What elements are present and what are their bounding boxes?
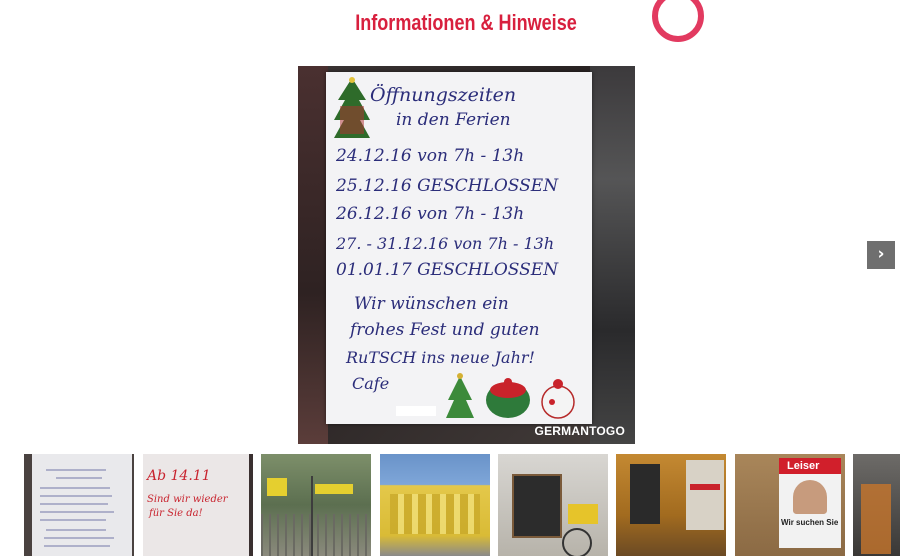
thumb-holiday-sign[interactable]: [24, 454, 134, 556]
chevron-right-icon: ›: [877, 244, 885, 264]
sign-line-4: 25.12.16 GESCHLOSSEN: [336, 176, 559, 196]
sign-line-9: frohes Fest und guten: [350, 320, 540, 340]
sign-line-3: 24.12.16 von 7h - 13h: [336, 146, 525, 166]
sign-line-6: 27. - 31.12.16 von 7h - 13h: [336, 234, 555, 253]
sign-line-11: Cafe: [352, 374, 390, 393]
sign-line-7: 01.01.17 GESCHLOSSEN: [336, 260, 559, 280]
sign-line-1: Öffnungszeiten: [370, 84, 517, 106]
christmas-tree-icon: [334, 77, 370, 138]
page: Informationen & Hinweise Öffnungszeiten …: [0, 0, 900, 556]
window-glass-left: [298, 66, 328, 444]
sign-lines-graphic: [40, 469, 114, 547]
sign-line-8: Wir wünschen ein: [354, 294, 509, 314]
thumb-leiser-poster[interactable]: Leiser Wir suchen Sie: [735, 454, 845, 556]
redacted-label: [396, 406, 436, 416]
christmas-ornaments-icon: [446, 373, 575, 419]
thumb-ab-text-1: Ab 14.11: [147, 468, 211, 484]
main-photo[interactable]: Öffnungszeiten in den Ferien 24.12.16 vo…: [298, 66, 635, 444]
thumb-yellow-building[interactable]: [380, 454, 490, 556]
thumb-ab-text-3: für Sie da!: [149, 508, 203, 519]
thumb-gate[interactable]: [261, 454, 371, 556]
thumb-chalkboard-bike[interactable]: [498, 454, 608, 556]
next-button[interactable]: ›: [867, 241, 895, 269]
window-glass-right: [590, 66, 635, 444]
thumb-cafe-window[interactable]: [616, 454, 726, 556]
sign-line-2: in den Ferien: [396, 110, 511, 130]
germantogo-watermark: GERMANTOGO: [534, 424, 625, 438]
thumbnail-strip: Ab 14.11 Sind wir wieder für Sie da! Lei…: [0, 454, 900, 556]
leiser-subtitle: Wir suchen Sie: [781, 518, 839, 527]
handwritten-sign: Öffnungszeiten in den Ferien 24.12.16 vo…: [326, 72, 592, 424]
thumb-shop-entrance[interactable]: [853, 454, 900, 556]
thumb-ab-text-2: Sind wir wieder: [147, 494, 228, 505]
sign-line-10: RuTSCH ins neue Jahr!: [346, 348, 535, 367]
page-title: Informationen & Hinweise: [355, 10, 577, 35]
leiser-logo: Leiser: [787, 460, 820, 472]
sign-line-5: 26.12.16 von 7h - 13h: [336, 204, 525, 224]
thumb-ab-1411[interactable]: Ab 14.11 Sind wir wieder für Sie da!: [143, 454, 253, 556]
